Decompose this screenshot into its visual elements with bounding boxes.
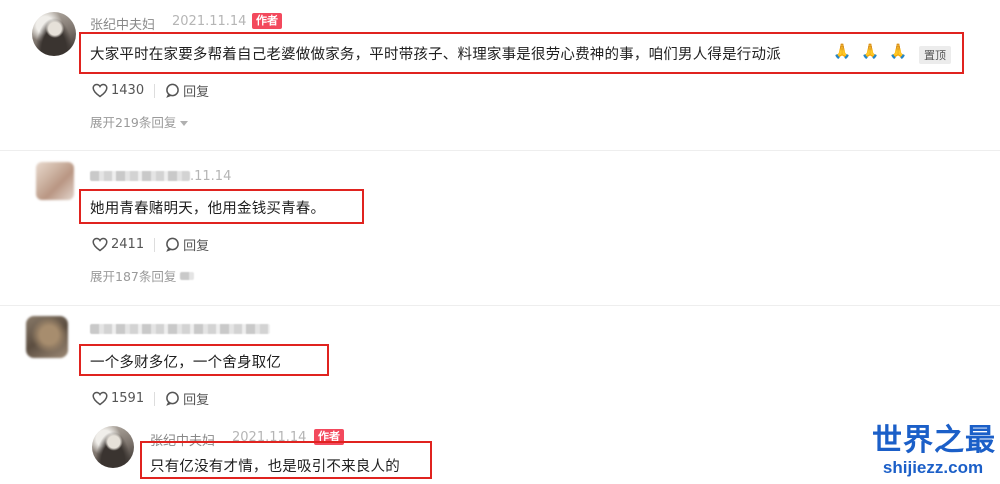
comment-date: .11.14 <box>190 169 232 184</box>
reply-label: 回复 <box>183 239 210 254</box>
reply-text: 只有亿没有才情，也是吸引不来良人的 <box>150 459 400 475</box>
expand-replies-button[interactable]: 展开219条回复 <box>90 112 189 131</box>
like-count: 2411 <box>111 237 145 252</box>
like-count: 1591 <box>111 391 145 406</box>
reply-button[interactable]: 回复 <box>165 81 209 100</box>
divider <box>154 391 156 406</box>
avatar[interactable] <box>92 426 134 468</box>
reply-button[interactable]: 回复 <box>165 389 209 408</box>
watermark-title: 世界之最 <box>872 423 996 458</box>
expand-replies-button[interactable]: 展开187条回复 <box>90 266 195 285</box>
like-button[interactable]: 1591 <box>92 391 144 406</box>
chat-bubble-icon <box>165 83 180 98</box>
divider <box>154 237 156 252</box>
pinned-badge: 置顶 <box>919 46 951 64</box>
comment-text: 一个多财多亿，一个舍身取亿 <box>90 355 282 371</box>
reply-label: 回复 <box>183 85 210 100</box>
chat-bubble-icon <box>165 237 180 252</box>
expand-replies-label: 展开219条回复 <box>90 115 177 130</box>
avatar[interactable] <box>32 12 76 56</box>
comment-date: 2021.11.14 <box>172 14 247 29</box>
author-badge: 作者 <box>252 13 282 29</box>
like-count: 1430 <box>111 83 145 98</box>
divider <box>154 83 156 98</box>
comment-actions: 1430 回复 <box>92 81 209 100</box>
comment-actions: 1591 回复 <box>92 389 209 408</box>
reply-button[interactable]: 回复 <box>165 235 209 254</box>
caret-down-icon <box>180 112 189 131</box>
avatar[interactable] <box>26 316 68 358</box>
comment-author-blurred[interactable] <box>90 171 190 181</box>
comment-text: 她用青春赌明天，他用金钱买青春。 <box>90 201 326 217</box>
heart-outline-icon <box>92 83 108 98</box>
comment-text: 大家平时在家要多帮着自己老婆做做家务，平时带孩子、料理家事是很劳心费神的事，咱们… <box>90 47 781 63</box>
comment-divider <box>0 305 1000 306</box>
comment-author-blurred[interactable] <box>90 324 270 334</box>
like-button[interactable]: 1430 <box>92 83 144 98</box>
chat-bubble-icon <box>165 391 180 406</box>
avatar[interactable] <box>36 162 74 200</box>
watermark-url: shijiezz.com <box>882 458 984 477</box>
reply-label: 回复 <box>183 393 210 408</box>
comment-actions: 2411 回复 <box>92 235 209 254</box>
heart-outline-icon <box>92 391 108 406</box>
comment-divider <box>0 150 1000 151</box>
caret-down-icon <box>180 271 195 280</box>
watermark-logo: 世界之最 shijiezz.com <box>872 423 996 478</box>
like-button[interactable]: 2411 <box>92 237 144 252</box>
comment-author[interactable]: 张纪中夫妇 <box>90 14 155 33</box>
emoji-text: 🙏🙏🙏 <box>833 44 918 60</box>
heart-outline-icon <box>92 237 108 252</box>
expand-replies-label: 展开187条回复 <box>90 269 177 284</box>
